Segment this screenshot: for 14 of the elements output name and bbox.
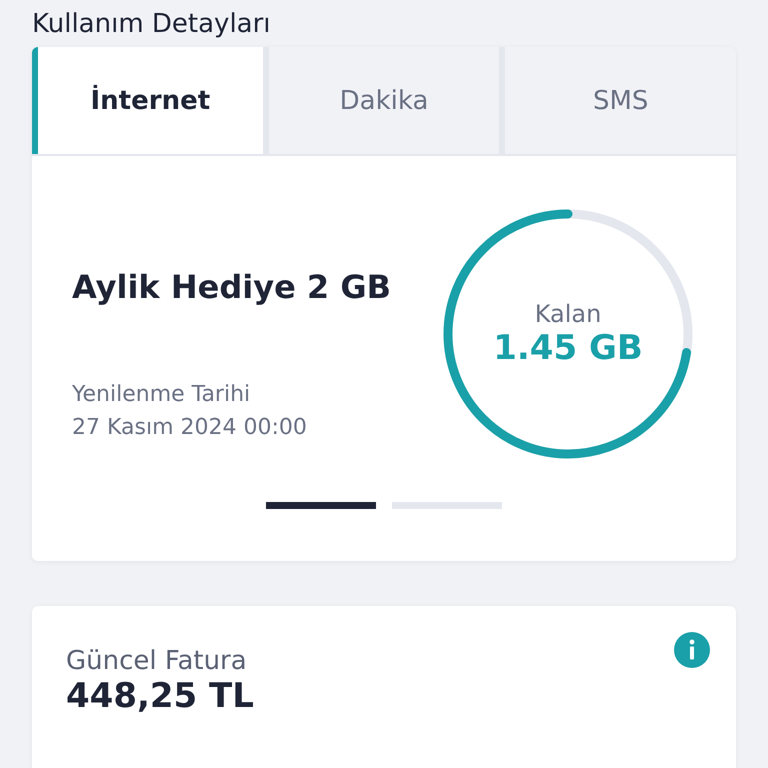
tab[interactable]: İnternet	[32, 47, 263, 154]
tab[interactable]: Dakika	[268, 47, 500, 154]
renewal-label: Yenilenme Tarihi	[72, 381, 252, 409]
tab[interactable]: SMS	[505, 47, 736, 154]
page-title: Kullanım Detayları	[32, 8, 272, 40]
pager-indicator[interactable]	[266, 502, 376, 509]
renewal-date: 27 Kasım 2024 00:00	[72, 414, 308, 442]
gauge-value: 1.45 GB	[493, 328, 643, 368]
gauge-label: Kalan	[534, 300, 602, 328]
invoice-label: Güncel Fatura	[66, 646, 248, 676]
info-icon[interactable]	[674, 632, 710, 668]
package-name: Aylik Hediye 2 GB	[72, 268, 391, 306]
invoice-amount: 448,25 TL	[66, 676, 255, 716]
pager-indicator[interactable]	[392, 502, 502, 509]
